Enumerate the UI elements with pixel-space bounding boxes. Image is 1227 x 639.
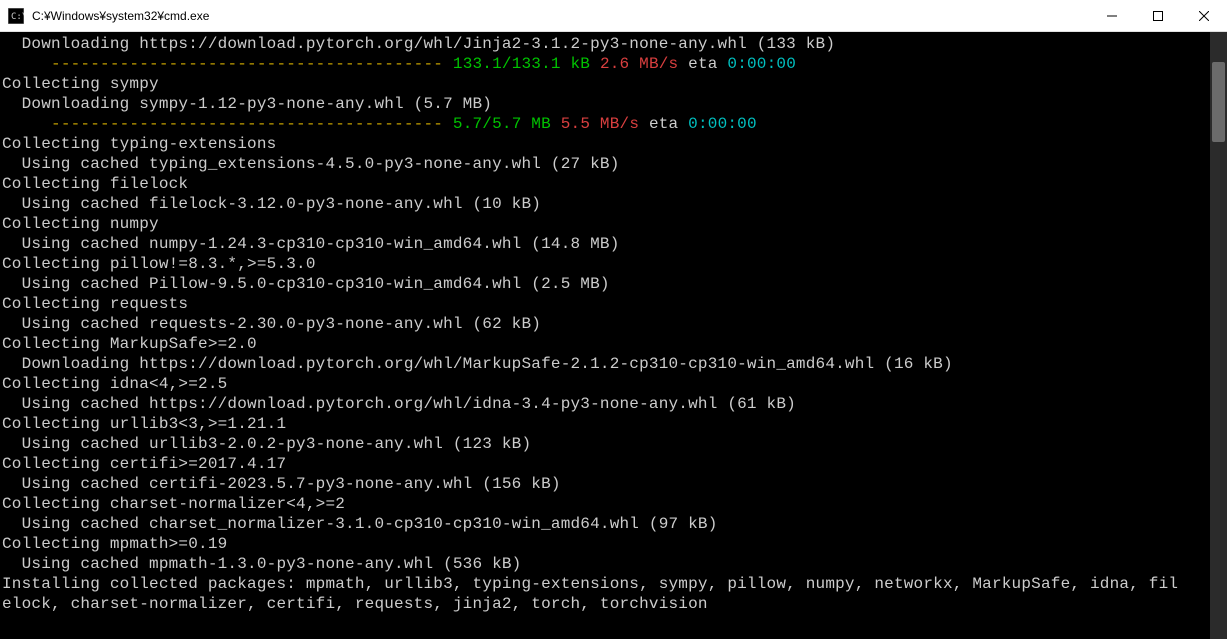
window-title: C:¥Windows¥system32¥cmd.exe [32, 9, 1089, 23]
terminal-line: elock, charset-normalizer, certifi, requ… [2, 594, 1209, 614]
progress-speed: 5.5 MB/s [561, 115, 639, 133]
terminal-line: Downloading https://download.pytorch.org… [2, 34, 1209, 54]
terminal-line: Using cached certifi-2023.5.7-py3-none-a… [2, 474, 1209, 494]
terminal-line: Collecting mpmath>=0.19 [2, 534, 1209, 554]
terminal-line: Using cached https://download.pytorch.or… [2, 394, 1209, 414]
terminal-line: Installing collected packages: mpmath, u… [2, 574, 1209, 594]
progress-eta: 0:00:00 [688, 115, 757, 133]
svg-text:C:\: C:\ [11, 12, 24, 22]
terminal-line: Using cached mpmath-1.3.0-py3-none-any.w… [2, 554, 1209, 574]
terminal-line: Using cached urllib3-2.0.2-py3-none-any.… [2, 434, 1209, 454]
terminal-line: Collecting requests [2, 294, 1209, 314]
terminal-line: Using cached Pillow-9.5.0-cp310-cp310-wi… [2, 274, 1209, 294]
progress-line: ----------------------------------------… [2, 114, 1209, 134]
progress-size: 133.1/133.1 kB [453, 55, 590, 73]
terminal-line: Collecting pillow!=8.3.*,>=5.3.0 [2, 254, 1209, 274]
progress-eta-label: eta [649, 115, 678, 133]
terminal-line: Collecting charset-normalizer<4,>=2 [2, 494, 1209, 514]
terminal-line: Collecting MarkupSafe>=2.0 [2, 334, 1209, 354]
terminal-line: Collecting numpy [2, 214, 1209, 234]
progress-size: 5.7/5.7 MB [453, 115, 551, 133]
progress-bar: ---------------------------------------- [51, 114, 453, 134]
terminal-line: Collecting idna<4,>=2.5 [2, 374, 1209, 394]
window-controls [1089, 0, 1227, 31]
terminal-line: Collecting certifi>=2017.4.17 [2, 454, 1209, 474]
terminal-output[interactable]: Downloading https://download.pytorch.org… [0, 32, 1209, 639]
terminal-line: Downloading sympy-1.12-py3-none-any.whl … [2, 94, 1209, 114]
terminal-line: Downloading https://download.pytorch.org… [2, 354, 1209, 374]
progress-bar: ---------------------------------------- [51, 54, 453, 74]
terminal-line: Collecting sympy [2, 74, 1209, 94]
terminal-line: Using cached filelock-3.12.0-py3-none-an… [2, 194, 1209, 214]
terminal-line: Collecting urllib3<3,>=1.21.1 [2, 414, 1209, 434]
minimize-button[interactable] [1089, 0, 1135, 31]
terminal-line: Collecting filelock [2, 174, 1209, 194]
progress-eta: 0:00:00 [727, 55, 796, 73]
terminal-line: Using cached charset_normalizer-3.1.0-cp… [2, 514, 1209, 534]
cmd-icon: C:\ [8, 8, 24, 24]
terminal-area: Downloading https://download.pytorch.org… [0, 32, 1227, 639]
terminal-line: Collecting typing-extensions [2, 134, 1209, 154]
maximize-button[interactable] [1135, 0, 1181, 31]
terminal-line: Using cached numpy-1.24.3-cp310-cp310-wi… [2, 234, 1209, 254]
title-bar[interactable]: C:\ C:¥Windows¥system32¥cmd.exe [0, 0, 1227, 32]
close-button[interactable] [1181, 0, 1227, 31]
progress-eta-label: eta [688, 55, 717, 73]
scrollbar-thumb[interactable] [1212, 62, 1225, 142]
terminal-line: Using cached typing_extensions-4.5.0-py3… [2, 154, 1209, 174]
progress-speed: 2.6 MB/s [600, 55, 678, 73]
terminal-line: Using cached requests-2.30.0-py3-none-an… [2, 314, 1209, 334]
vertical-scrollbar[interactable] [1210, 32, 1227, 639]
progress-line: ----------------------------------------… [2, 54, 1209, 74]
